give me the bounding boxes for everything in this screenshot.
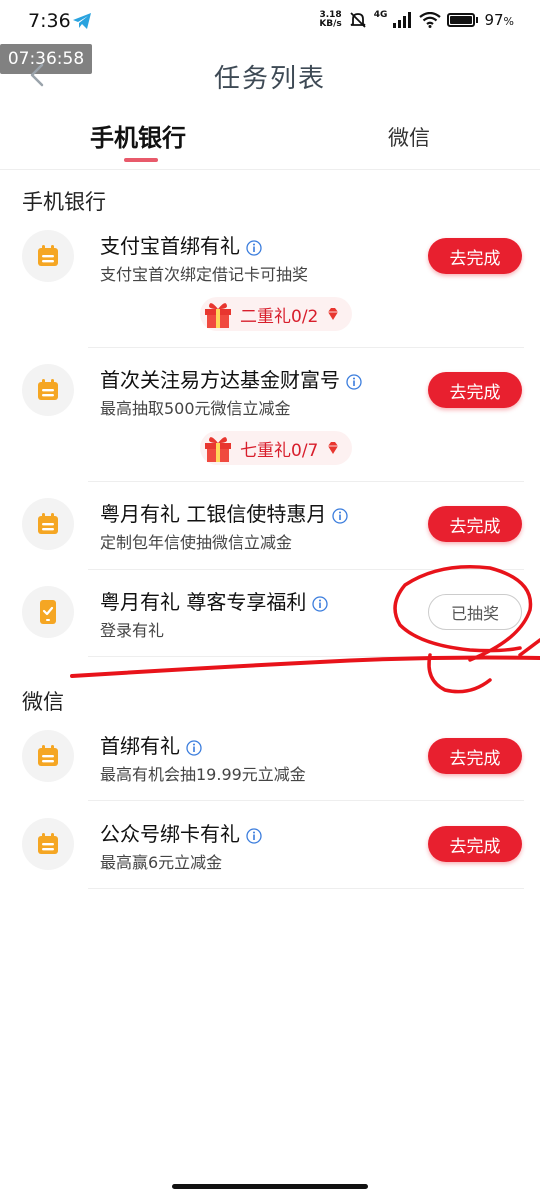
status-time: 7:36: [28, 10, 71, 32]
task-list-page: 7:36 3.18 KB/s 4G 97% 07:36:58 任务列表 手机银行…: [0, 0, 540, 1200]
complete-task-button[interactable]: 去完成: [428, 372, 522, 408]
task-name: 粤月有礼 尊客专享福利: [100, 586, 329, 615]
gift-progress-pill[interactable]: 七重礼0/7: [200, 431, 352, 465]
divider: [88, 656, 524, 657]
gift-box-icon: [205, 437, 231, 462]
section-title-bank: 手机银行: [22, 190, 106, 214]
info-icon[interactable]: [246, 827, 262, 844]
status-bar: 7:36 3.18 KB/s 4G 97%: [0, 0, 540, 44]
task-name: 支付宝首绑有礼: [100, 230, 262, 259]
gift-progress-label: 七重礼0/7: [240, 440, 319, 461]
task-description: 最高抽取500元微信立减金: [100, 399, 291, 418]
task-name: 首绑有礼: [100, 730, 202, 759]
divider: [88, 888, 524, 889]
divider: [88, 481, 524, 482]
info-icon[interactable]: [186, 739, 202, 756]
tab-mobile-banking[interactable]: 手机银行: [90, 118, 186, 153]
phone-check-icon: [22, 586, 74, 638]
complete-task-button[interactable]: 去完成: [428, 738, 522, 774]
divider: [88, 569, 524, 570]
mute-bell-icon: [350, 12, 366, 28]
task-description: 最高有机会抽19.99元立减金: [100, 765, 306, 784]
info-icon[interactable]: [246, 239, 262, 256]
gift-box-icon: [205, 303, 231, 328]
complete-task-button[interactable]: 去完成: [428, 826, 522, 862]
complete-task-button[interactable]: 去完成: [428, 506, 522, 542]
already-drawn-button[interactable]: 已抽奖: [428, 594, 522, 630]
battery-icon: [447, 13, 479, 27]
task-name: 首次关注易方达基金财富号: [100, 364, 362, 393]
active-tab-indicator: [124, 158, 158, 162]
calendar-icon: [22, 818, 74, 870]
divider: [88, 800, 524, 801]
divider: [88, 347, 524, 348]
task-name: 公众号绑卡有礼: [100, 818, 262, 847]
network-speed-unit: KB/s: [319, 19, 342, 29]
info-icon[interactable]: [332, 507, 349, 524]
telegram-icon: [73, 13, 91, 29]
wifi-icon: [419, 12, 442, 28]
calendar-icon: [22, 730, 74, 782]
tab-wechat[interactable]: 微信: [388, 122, 430, 152]
tab-bar: 手机银行 微信: [0, 108, 540, 170]
gem-icon: [328, 442, 339, 454]
gem-icon: [328, 308, 339, 320]
signal-icon: [393, 12, 412, 28]
task-description: 支付宝首次绑定借记卡可抽奖: [100, 265, 309, 284]
gift-progress-pill[interactable]: 二重礼0/2: [200, 297, 352, 331]
section-title-wechat: 微信: [22, 690, 64, 714]
task-name: 粤月有礼 工银信使特惠月: [100, 498, 349, 527]
network-speed: 3.18 KB/s: [319, 11, 341, 29]
calendar-icon: [22, 230, 74, 282]
complete-task-button[interactable]: 去完成: [428, 238, 522, 274]
task-description: 定制包年信使抽微信立减金: [100, 533, 293, 552]
home-indicator: [172, 1184, 368, 1189]
gift-progress-label: 二重礼0/2: [240, 306, 319, 327]
info-icon[interactable]: [346, 373, 362, 390]
battery-level: 97%: [484, 11, 514, 29]
page-title: 任务列表: [213, 64, 326, 94]
task-description: 登录有礼: [100, 621, 165, 640]
calendar-icon: [22, 364, 74, 416]
network-type: 4G: [373, 10, 388, 20]
calendar-icon: [22, 498, 74, 550]
status-icons: 3.18 KB/s 4G 97%: [319, 10, 514, 30]
info-icon[interactable]: [312, 595, 329, 612]
task-description: 最高赢6元立减金: [100, 853, 223, 872]
